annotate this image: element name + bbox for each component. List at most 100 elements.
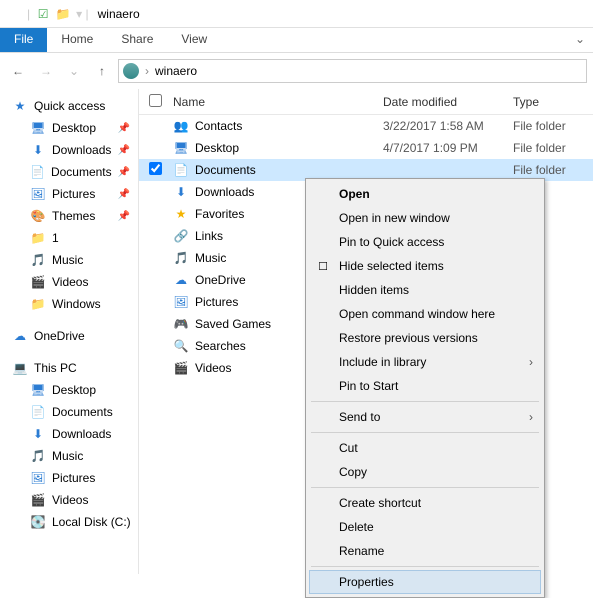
address-user-icon	[123, 63, 139, 79]
documents-icon: 📄	[30, 164, 45, 180]
sidebar-label: This PC	[34, 361, 77, 375]
up-button[interactable]: ↑	[90, 59, 114, 83]
file-name: Downloads	[195, 185, 254, 199]
sidebar-label: Videos	[52, 275, 88, 289]
tab-share[interactable]: Share	[107, 28, 167, 52]
menu-rename[interactable]: Rename	[309, 539, 541, 563]
col-date[interactable]: Date modified	[383, 95, 513, 109]
recent-dropdown-icon[interactable]: ⌄	[62, 59, 86, 83]
file-name: Contacts	[195, 119, 242, 133]
sidebar-item-pc-desktop[interactable]: 🖥Desktop	[0, 379, 138, 401]
tab-file[interactable]: File	[0, 28, 47, 52]
menu-copy[interactable]: Copy	[309, 460, 541, 484]
sidebar-item-videos[interactable]: 🎬Videos	[0, 271, 138, 293]
qat-newfolder-icon[interactable]: 📁	[53, 7, 73, 21]
sidebar-item-pc-documents[interactable]: 📄Documents	[0, 401, 138, 423]
address-bar[interactable]: › winaero	[118, 59, 587, 83]
menu-include-library[interactable]: Include in library›	[309, 350, 541, 374]
tab-view[interactable]: View	[167, 28, 221, 52]
sidebar-item-documents[interactable]: 📄Documents📌	[0, 161, 138, 183]
onedrive-icon: ☁	[12, 328, 28, 344]
sidebar-label: Downloads	[52, 143, 111, 157]
pin-icon: 📌	[118, 123, 130, 134]
favorites-icon: ★	[173, 206, 189, 222]
menu-hide-selected[interactable]: ☐Hide selected items	[309, 254, 541, 278]
menu-send-to[interactable]: Send to›	[309, 405, 541, 429]
pictures-icon: 🖼	[30, 470, 46, 486]
sidebar-item-1[interactable]: 📁1	[0, 227, 138, 249]
contacts-icon: 👥	[173, 118, 189, 134]
pin-icon: 📌	[118, 189, 130, 200]
sidebar-label: Music	[52, 449, 83, 463]
menu-open-new-window[interactable]: Open in new window	[309, 206, 541, 230]
file-name: Documents	[195, 163, 256, 177]
file-name: Saved Games	[195, 317, 271, 331]
menu-cut[interactable]: Cut	[309, 436, 541, 460]
themes-icon: 🎨	[30, 208, 46, 224]
col-name[interactable]: Name	[173, 95, 383, 109]
sidebar-item-themes[interactable]: 🎨Themes📌	[0, 205, 138, 227]
row-checkbox[interactable]	[149, 162, 173, 178]
menu-label: Restore previous versions	[339, 331, 478, 345]
table-row[interactable]: 🖥Desktop4/7/2017 1:09 PMFile folder	[139, 137, 593, 159]
file-name: Videos	[195, 361, 231, 375]
tab-home[interactable]: Home	[47, 28, 107, 52]
sidebar-item-pc-music[interactable]: 🎵Music	[0, 445, 138, 467]
sidebar-item-desktop[interactable]: 🖥Desktop📌	[0, 117, 138, 139]
file-name: OneDrive	[195, 273, 246, 287]
header-checkbox[interactable]	[149, 94, 173, 110]
sidebar-item-pc-downloads[interactable]: ⬇Downloads	[0, 423, 138, 445]
savedgames-icon: 🎮	[173, 316, 189, 332]
window-title: winaero	[98, 7, 140, 21]
downloads-icon: ⬇	[30, 426, 46, 442]
sidebar-label: 1	[52, 231, 59, 245]
sidebar-item-quick-access[interactable]: ★Quick access	[0, 95, 138, 117]
searches-icon: 🔍	[173, 338, 189, 354]
sidebar-item-downloads[interactable]: ⬇Downloads📌	[0, 139, 138, 161]
menu-open-cmd[interactable]: Open command window here	[309, 302, 541, 326]
file-type: File folder	[513, 163, 593, 177]
sidebar-label: Music	[52, 253, 83, 267]
menu-restore-previous[interactable]: Restore previous versions	[309, 326, 541, 350]
sidebar-label: Videos	[52, 493, 88, 507]
sidebar-item-thispc[interactable]: 💻 This PC	[0, 357, 138, 379]
menu-label: Open in new window	[339, 211, 450, 225]
menu-label: Rename	[339, 544, 384, 558]
chevron-right-icon[interactable]: ›	[145, 64, 149, 78]
menu-hidden-items[interactable]: Hidden items	[309, 278, 541, 302]
sidebar: ★Quick access 🖥Desktop📌 ⬇Downloads📌 📄Doc…	[0, 89, 139, 574]
address-segment[interactable]: winaero	[155, 64, 197, 78]
menu-delete[interactable]: Delete	[309, 515, 541, 539]
desktop-icon: 🖥	[30, 120, 46, 136]
menu-pin-start[interactable]: Pin to Start	[309, 374, 541, 398]
menu-label: Pin to Start	[339, 379, 398, 393]
sidebar-item-music[interactable]: 🎵Music	[0, 249, 138, 271]
menu-label: Create shortcut	[339, 496, 421, 510]
file-name: Pictures	[195, 295, 238, 309]
menu-pin-quick-access[interactable]: Pin to Quick access	[309, 230, 541, 254]
file-name: Favorites	[195, 207, 244, 221]
table-row[interactable]: 👥Contacts3/22/2017 1:58 AMFile folder	[139, 115, 593, 137]
sidebar-label: Windows	[52, 297, 101, 311]
ribbon-expand-icon[interactable]: ⌄	[567, 28, 593, 52]
forward-button: →	[34, 59, 58, 83]
sidebar-label: Pictures	[52, 471, 95, 485]
sidebar-item-localdisk[interactable]: 💽Local Disk (C:)	[0, 511, 138, 533]
menu-create-shortcut[interactable]: Create shortcut	[309, 491, 541, 515]
back-button[interactable]: ←	[6, 59, 30, 83]
separator: |	[27, 7, 30, 21]
pc-icon: 💻	[12, 360, 28, 376]
col-type[interactable]: Type	[513, 95, 593, 109]
context-menu: Open Open in new window Pin to Quick acc…	[305, 178, 545, 598]
sidebar-item-windows[interactable]: 📁Windows	[0, 293, 138, 315]
qat-properties-icon[interactable]: ☑	[33, 7, 53, 21]
pictures-icon: 🖼	[173, 294, 189, 310]
menu-label: Delete	[339, 520, 374, 534]
menu-open[interactable]: Open	[309, 182, 541, 206]
sidebar-label: Themes	[52, 209, 95, 223]
sidebar-item-pictures[interactable]: 🖼Pictures📌	[0, 183, 138, 205]
sidebar-item-pc-pictures[interactable]: 🖼 Pictures	[0, 467, 138, 489]
sidebar-item-onedrive[interactable]: ☁OneDrive	[0, 325, 138, 347]
file-type: File folder	[513, 141, 593, 155]
sidebar-item-pc-videos[interactable]: 🎬Videos	[0, 489, 138, 511]
